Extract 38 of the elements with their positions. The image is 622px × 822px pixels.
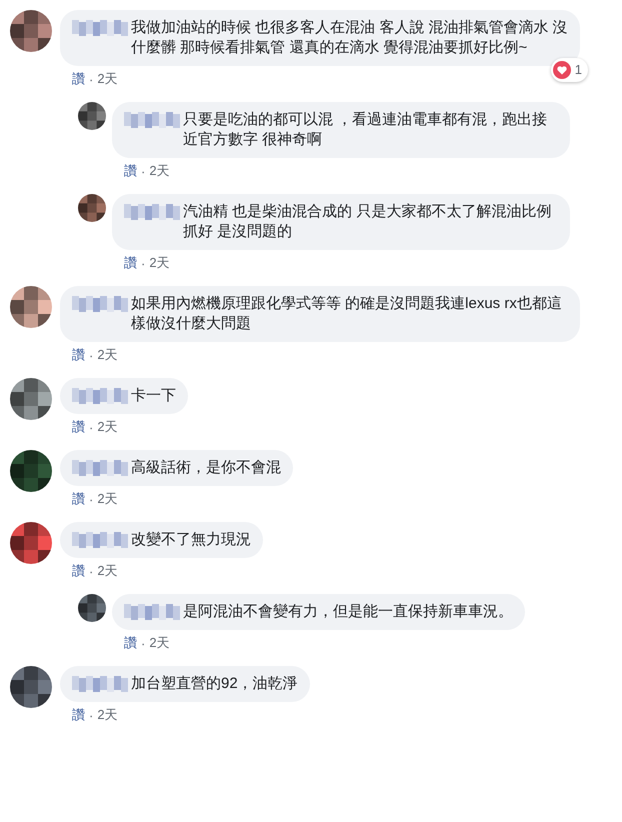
separator-dot: ·	[141, 164, 146, 178]
comment-text: 高級話術，是你不會混	[131, 458, 281, 478]
like-link[interactable]: 讚	[124, 634, 137, 652]
like-link[interactable]: 讚	[72, 490, 85, 508]
comment-text: 汽油精 也是柴油混合成的 只是大家都不太了解混油比例抓好 是沒問題的	[183, 202, 552, 242]
separator-dot: ·	[89, 492, 94, 506]
like-link[interactable]: 讚	[72, 706, 85, 724]
comment-text: 改變不了無力現況	[131, 530, 251, 550]
like-link[interactable]: 讚	[72, 346, 85, 364]
separator-dot: ·	[89, 564, 94, 578]
separator-dot: ·	[89, 420, 94, 434]
separator-dot: ·	[141, 256, 146, 270]
comment-text: 加台塑直營的92，油乾淨	[131, 674, 298, 694]
comment-text: 如果用內燃機原理跟化學式等等 的確是沒問題我連lexus rx也都這樣做沒什麼大問題	[131, 294, 563, 334]
comment-text: 我做加油站的時候 也很多客人在混油 客人說 混油排氣管會滴水 沒什麼髒 那時候看排氣管 還真的在滴水 覺得混油要抓好比例~	[131, 18, 568, 58]
like-link[interactable]: 讚	[72, 418, 85, 436]
separator-dot: ·	[89, 708, 94, 722]
reaction-badge[interactable]: 1	[550, 58, 588, 82]
separator-dot: ·	[89, 348, 94, 362]
separator-dot: ·	[89, 72, 94, 86]
comment-time: 2天	[97, 490, 118, 508]
comment-text: 只要是吃油的都可以混 ，看過連油電車都有混，跑出接近官方數字 很神奇啊	[183, 110, 548, 150]
comment-time: 2天	[97, 346, 118, 364]
like-link[interactable]: 讚	[72, 70, 85, 88]
comment-time: 2天	[149, 254, 170, 272]
comment-time: 2天	[97, 562, 118, 580]
comment-time: 2天	[97, 418, 118, 436]
comment-time: 2天	[97, 70, 118, 88]
comment-time: 2天	[149, 162, 170, 180]
comment-text: 卡一下	[131, 386, 176, 406]
comment-text: 是阿混油不會變有力，但是能一直保持新車車況。	[183, 602, 513, 622]
like-link[interactable]: 讚	[124, 162, 137, 180]
comment-time: 2天	[97, 706, 118, 724]
separator-dot: ·	[141, 636, 146, 650]
like-link[interactable]: 讚	[72, 562, 85, 580]
comment-time: 2天	[149, 634, 170, 652]
like-link[interactable]: 讚	[124, 254, 137, 272]
reaction-count: 1	[574, 61, 582, 79]
